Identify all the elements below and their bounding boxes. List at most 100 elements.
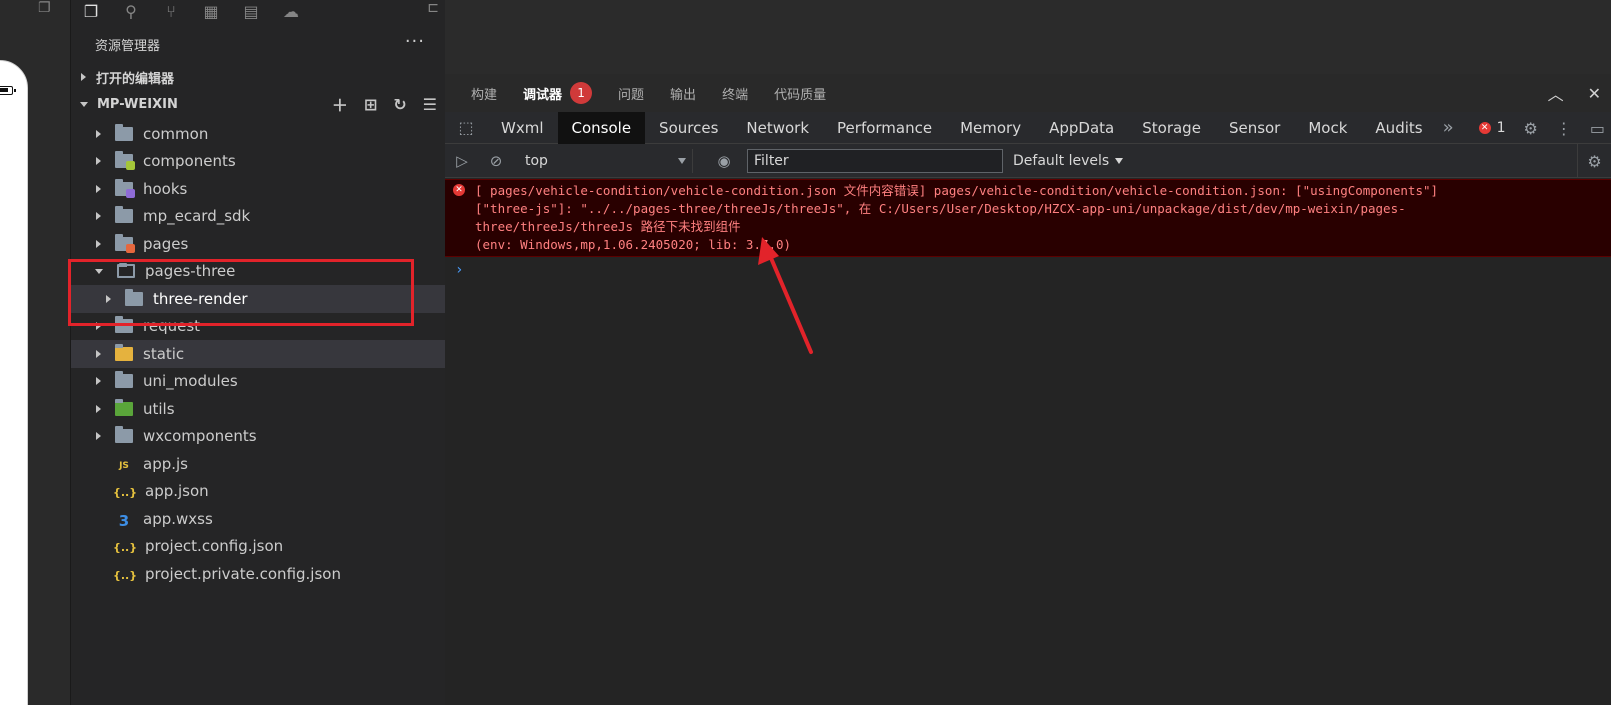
console-settings-icon[interactable]: ⚙ [1577, 144, 1611, 178]
files-icon[interactable]: ❐ [71, 0, 111, 22]
folder-icon [125, 288, 143, 306]
tab-problems[interactable]: 问题 [618, 74, 644, 112]
more-actions-icon[interactable]: ··· [405, 30, 425, 58]
close-icon[interactable]: ✕ [1588, 84, 1601, 103]
page-icon[interactable]: ▤ [231, 0, 271, 22]
error-icon: ✕ [1478, 122, 1491, 134]
tree-item-label: hooks [143, 179, 188, 198]
dock-icon[interactable]: ▭ [1590, 119, 1605, 138]
chevron-right-icon [96, 377, 101, 386]
tab-storage[interactable]: Storage [1128, 112, 1215, 144]
source-control-icon[interactable]: ⑂ [151, 0, 191, 22]
tree-item-project-config[interactable]: {..} project.config.json [71, 533, 445, 561]
open-editors-section[interactable]: 打开的编辑器 [71, 64, 445, 90]
tree-item-hooks[interactable]: hooks [71, 175, 445, 203]
new-file-icon[interactable]: ＋ [332, 92, 348, 116]
tab-code-quality[interactable]: 代码质量 [774, 74, 826, 112]
tree-item-label: app.wxss [143, 509, 213, 528]
tree-item-label: pages [143, 234, 189, 253]
tab-sensor[interactable]: Sensor [1215, 112, 1294, 144]
tab-label: Storage [1142, 118, 1201, 137]
folder-icon [115, 178, 135, 198]
tree-item-app-js[interactable]: JS app.js [71, 450, 445, 478]
tree-item-utils[interactable]: utils [71, 395, 445, 423]
eye-icon[interactable]: ◉ [707, 144, 741, 178]
tree-item-app-wxss[interactable]: 3 app.wxss [71, 505, 445, 533]
docker-icon[interactable]: ☁ [271, 0, 311, 22]
folder-icon [115, 316, 133, 334]
chevron-up-icon[interactable]: ︿ [1548, 81, 1564, 105]
gear-icon[interactable]: ⚙ [1524, 119, 1538, 138]
tree-item-static[interactable]: static [71, 340, 445, 368]
error-counter[interactable]: ✕ 1 [1478, 120, 1506, 136]
tab-performance[interactable]: Performance [823, 112, 946, 144]
tree-item-uni-modules[interactable]: uni_modules [71, 368, 445, 396]
clear-console-icon[interactable]: ⊘ [479, 144, 513, 178]
filter-input[interactable] [747, 148, 1003, 173]
tree-item-pages-three[interactable]: pages-three [71, 258, 445, 286]
extensions-icon[interactable]: ▦ [191, 0, 231, 22]
tree-item-pages[interactable]: pages [71, 230, 445, 258]
tree-item-label: project.config.json [145, 537, 284, 556]
tree-item-wxcomponents[interactable]: wxcomponents [71, 423, 445, 451]
folder-icon [115, 343, 133, 361]
context-selector[interactable]: top [517, 148, 693, 173]
chevron-down-icon [1115, 157, 1124, 164]
new-folder-icon[interactable]: ⊞ [364, 95, 377, 114]
log-levels-dropdown[interactable]: Default levels [1013, 152, 1124, 169]
panel-toggle-icon[interactable]: ⊏ [427, 0, 439, 16]
tab-network[interactable]: Network [732, 112, 823, 144]
console-toolbar: ▷ ⊘ top ◉ Default levels ⚙ [445, 144, 1611, 178]
tab-label: 调试器 [523, 87, 563, 103]
tab-debugger[interactable]: 调试器 1 [523, 74, 593, 112]
tree-item-project-private-config[interactable]: {..} project.private.config.json [71, 560, 445, 588]
tab-label: Mock [1308, 118, 1348, 137]
tab-mock[interactable]: Mock [1294, 112, 1361, 144]
tree-item-label: static [143, 344, 185, 363]
error-line: ["three-js"]: "../../pages-three/threeJs… [475, 201, 1406, 216]
folder-icon [115, 151, 135, 171]
more-tabs-button[interactable]: » [1437, 112, 1460, 144]
tab-terminal[interactable]: 终端 [722, 74, 748, 112]
simulator-toolbar: ❐ [0, 0, 71, 20]
tab-console[interactable]: Console [557, 111, 646, 144]
search-icon[interactable]: ⚲ [111, 0, 151, 22]
copy-icon[interactable]: ❐ [38, 0, 51, 16]
explorer-panel: ❐ ⚲ ⑂ ▦ ▤ ☁ ⊏ 资源管理器 ··· 打开的编辑器 MP-WEIXIN… [71, 0, 445, 705]
tab-sources[interactable]: Sources [645, 112, 732, 144]
collapse-all-icon[interactable]: ☰ [423, 95, 437, 114]
tab-build[interactable]: 构建 [471, 74, 497, 112]
tab-label: Wxml [501, 118, 544, 137]
tree-item-components[interactable]: components [71, 148, 445, 176]
refresh-icon[interactable]: ↻ [393, 95, 406, 114]
tree-item-common[interactable]: common [71, 120, 445, 148]
tab-wxml[interactable]: Wxml [487, 112, 558, 144]
tab-appdata[interactable]: AppData [1035, 112, 1128, 144]
tab-label: 构建 [471, 87, 498, 103]
tree-item-three-render[interactable]: three-render [71, 285, 445, 313]
sidebar-toggle-icon[interactable]: ▷ [445, 144, 479, 178]
chevron-right-icon [96, 349, 101, 358]
inspect-element-icon[interactable]: ⬚ [445, 112, 487, 144]
project-section[interactable]: MP-WEIXIN ＋ ⊞ ↻ ☰ [71, 91, 445, 117]
tab-memory[interactable]: Memory [946, 112, 1035, 144]
console-prompt[interactable]: › [455, 262, 463, 278]
folder-icon [115, 123, 133, 141]
tab-label: Console [571, 118, 632, 137]
folder-icon [115, 233, 135, 253]
tab-label: 问题 [618, 87, 645, 103]
tree-item-label: app.js [143, 454, 188, 473]
tree-item-label: project.private.config.json [145, 564, 341, 583]
tab-label: 代码质量 [774, 87, 827, 103]
tree-item-request[interactable]: request [71, 313, 445, 341]
tab-output[interactable]: 输出 [670, 74, 696, 112]
tree-item-app-json[interactable]: {..} app.json [71, 478, 445, 506]
kebab-menu-icon[interactable]: ⋮ [1556, 119, 1572, 138]
tree-item-mp-ecard-sdk[interactable]: mp_ecard_sdk [71, 203, 445, 231]
console-error-message[interactable]: ✕ [ pages/vehicle-condition/vehicle-cond… [445, 179, 1611, 257]
tab-audits[interactable]: Audits [1361, 112, 1436, 144]
tree-item-label: uni_modules [143, 372, 238, 391]
log-levels-label: Default levels [1013, 152, 1110, 169]
phone-simulator[interactable] [0, 60, 28, 705]
tree-item-label: request [143, 317, 201, 336]
